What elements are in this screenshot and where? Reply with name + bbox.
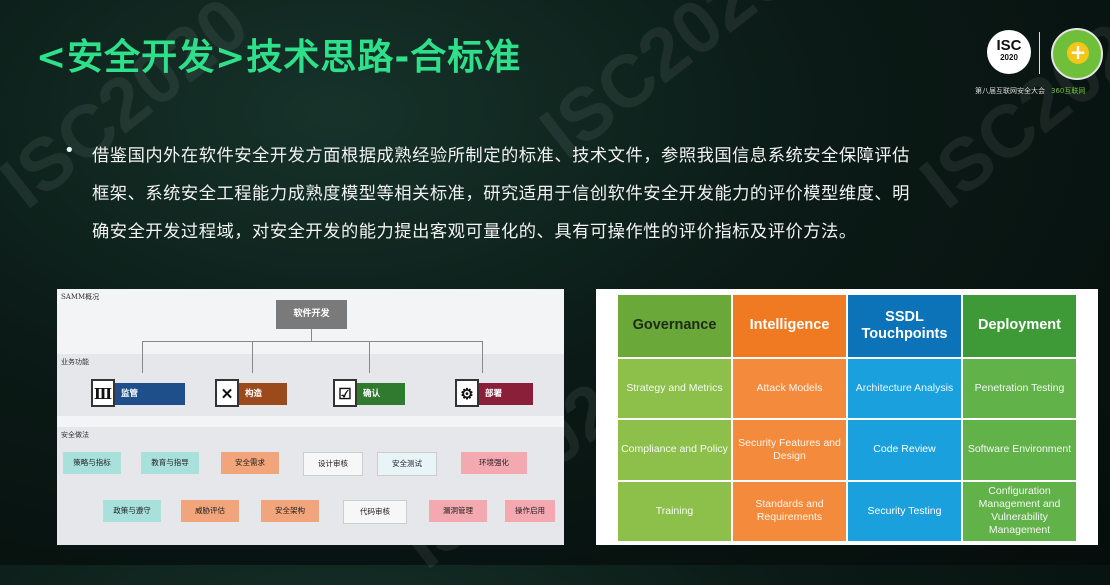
checklist-icon: ☑ xyxy=(333,379,357,407)
360-logo-icon: + xyxy=(1051,28,1103,80)
bsimm-cell: Standards and Requirements xyxy=(733,481,846,541)
practice-item: 操作启用 xyxy=(505,500,555,522)
bsimm-cell: Software Environment xyxy=(963,420,1076,480)
isc-logo-year: 2020 xyxy=(1000,53,1018,62)
connector-line xyxy=(369,341,370,373)
bsimm-header: Governance xyxy=(618,295,731,357)
bsimm-header: Intelligence xyxy=(733,295,846,357)
function-label: 部署 xyxy=(485,389,503,399)
practice-item: 策略与指标 xyxy=(63,452,121,474)
bsimm-cell: Security Testing xyxy=(848,481,961,541)
bullet-line-1: 借鉴国内外在软件安全开发方面根据成熟经验所制定的标准、技术文件，参照我国信息系统… xyxy=(92,146,910,166)
function-governance: Ⅲ 监管 xyxy=(91,379,185,407)
practices-band-label: 安全做法 xyxy=(61,431,89,439)
practice-item: 代码审核 xyxy=(343,500,407,524)
bsimm-cell: Configuration Management and Vulnerabili… xyxy=(963,481,1076,541)
logo-divider xyxy=(1039,32,1040,74)
bullet-line-3: 确安全开发过程域，对安全开发的能力提出客观可量化的、具有可操作性的评价指标及评价… xyxy=(92,222,857,242)
software-dev-box: 软件开发 xyxy=(276,300,347,329)
bsimm-grid: Governance Intelligence SSDL Touchpoints… xyxy=(618,295,1076,541)
connector-line xyxy=(252,341,253,373)
connector-line xyxy=(482,341,483,373)
isc-logo-text: ISC xyxy=(996,37,1022,54)
practices-band xyxy=(57,427,564,545)
bsimm-framework: Governance Intelligence SSDL Touchpoints… xyxy=(596,289,1098,545)
practice-item: 安全测试 xyxy=(377,452,437,476)
bsimm-cell: Attack Models xyxy=(733,358,846,419)
bullet-paragraph: 借鉴国内外在软件安全开发方面根据成熟经验所制定的标准、技术文件，参照我国信息系统… xyxy=(66,137,1096,251)
practice-item: 安全需求 xyxy=(221,452,279,474)
connector-line xyxy=(311,329,312,341)
function-label: 监管 xyxy=(121,389,139,399)
practice-item: 政策与遵守 xyxy=(103,500,161,522)
bsimm-cell: Security Features and Design xyxy=(733,420,846,480)
bsimm-cell: Architecture Analysis xyxy=(848,358,961,419)
bsimm-header: SSDL Touchpoints xyxy=(848,295,961,357)
function-label: 确认 xyxy=(363,389,381,399)
bsimm-cell: Training xyxy=(618,481,731,541)
bsimm-cell: Code Review xyxy=(848,420,961,480)
practice-item: 漏洞管理 xyxy=(429,500,487,522)
samm-diagram: SAMM概况 业务功能 安全做法 软件开发 Ⅲ 监管 ✕ 构造 ☑ 确认 ⚙ 部… xyxy=(57,289,564,545)
bsimm-cell: Strategy and Metrics xyxy=(618,358,731,419)
bsimm-cell: Compliance and Policy xyxy=(618,420,731,480)
connector-line xyxy=(142,341,482,342)
practice-item: 安全架构 xyxy=(261,500,319,522)
conference-logo: ISC 2020 + 第八届互联网安全大会 360互联网 xyxy=(975,22,1110,102)
slide-title: <安全开发>技术思路-合标准 xyxy=(36,37,522,78)
isc-logo: ISC 2020 xyxy=(987,30,1031,74)
practice-item: 教育与指导 xyxy=(141,452,199,474)
bullet-line-2: 框架、系统安全工程能力成熟度模型等相关标准，研究适用于信创软件安全开发能力的评价… xyxy=(92,184,910,204)
connector-line xyxy=(142,341,143,373)
practice-item: 设计审核 xyxy=(303,452,363,476)
samm-header: SAMM概况 xyxy=(61,293,100,301)
function-deployment: ⚙ 部署 xyxy=(455,379,533,407)
gears-icon: ⚙ xyxy=(455,379,479,407)
function-construction: ✕ 构造 xyxy=(215,379,287,407)
function-verification: ☑ 确认 xyxy=(333,379,405,407)
function-label: 构造 xyxy=(245,389,263,399)
bsimm-cell: Penetration Testing xyxy=(963,358,1076,419)
bsimm-header: Deployment xyxy=(963,295,1076,357)
tools-icon: ✕ xyxy=(215,379,239,407)
practice-item: 环境强化 xyxy=(461,452,527,474)
logo-caption-brand: 360互联网 xyxy=(1051,87,1086,95)
functions-band-label: 业务功能 xyxy=(61,358,89,366)
logo-caption-main: 第八届互联网安全大会 xyxy=(975,87,1045,95)
building-icon: Ⅲ xyxy=(91,379,115,407)
logo-caption: 第八届互联网安全大会 360互联网 xyxy=(975,86,1085,96)
practice-item: 威胁评估 xyxy=(181,500,239,522)
